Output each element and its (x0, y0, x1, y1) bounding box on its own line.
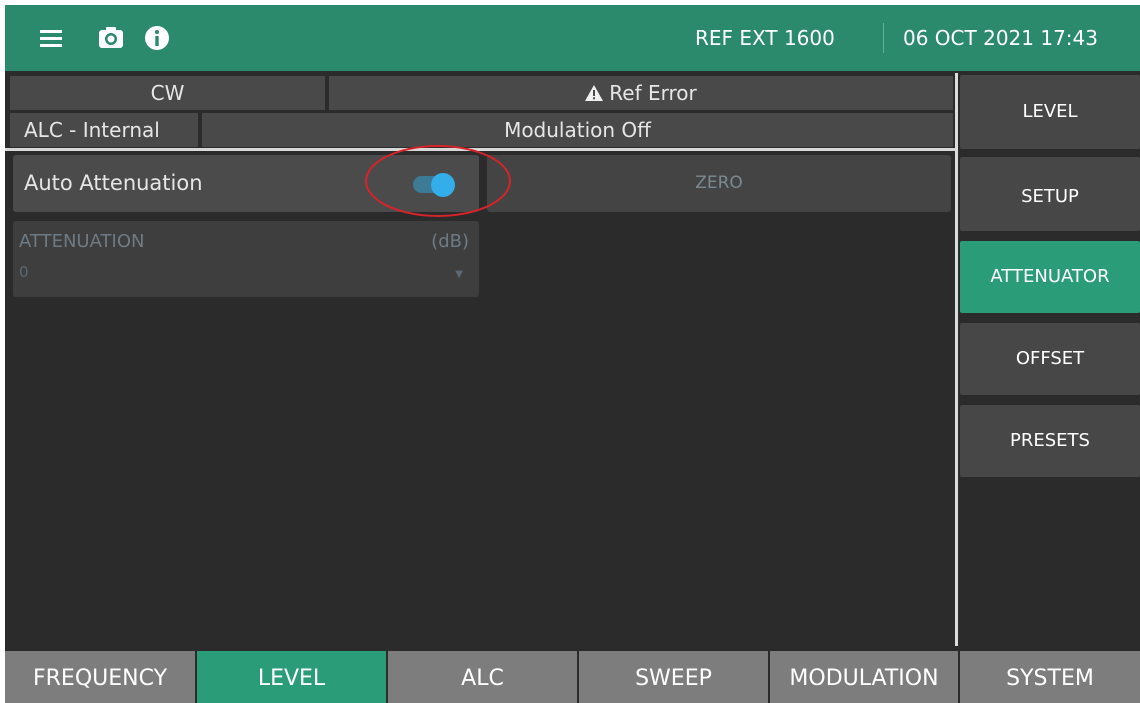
attenuation-field[interactable]: ATTENUATION (dB) 0 ▼ (13, 221, 479, 297)
tab-sweep[interactable]: SWEEP (579, 651, 768, 703)
warning-icon (585, 85, 604, 101)
auto-attenuation-label: Auto Attenuation (24, 171, 203, 195)
side-menu-presets[interactable]: PRESETS (960, 405, 1140, 477)
tab-modulation[interactable]: MODULATION (770, 651, 958, 703)
side-menu-setup[interactable]: SETUP (960, 157, 1140, 231)
side-menu-offset[interactable]: OFFSET (960, 323, 1140, 395)
attenuation-label: ATTENUATION (19, 231, 145, 252)
alc-status: ALC - Internal (10, 113, 198, 147)
tab-system[interactable]: SYSTEM (960, 651, 1140, 703)
top-bar: REF EXT 1600 06 OCT 2021 17:43 (5, 5, 1140, 71)
app-screen: REF EXT 1600 06 OCT 2021 17:43 CW Ref Er… (5, 5, 1140, 703)
reference-status: REF EXT 1600 (695, 26, 835, 50)
datetime: 06 OCT 2021 17:43 (903, 26, 1098, 50)
status-divider (5, 148, 955, 151)
annotation-ellipse (365, 145, 511, 217)
mode-status: CW (10, 76, 325, 110)
camera-icon[interactable] (95, 22, 127, 54)
tab-level[interactable]: LEVEL (197, 651, 386, 703)
attenuation-value: 0 (19, 263, 29, 281)
panel-divider (955, 73, 958, 646)
side-menu-attenuator[interactable]: ATTENUATOR (960, 241, 1140, 313)
tab-frequency[interactable]: FREQUENCY (5, 651, 195, 703)
ref-error-status: Ref Error (329, 76, 953, 110)
info-icon[interactable] (141, 22, 173, 54)
zero-button[interactable]: ZERO (487, 155, 951, 212)
hamburger-menu-icon[interactable] (35, 22, 67, 54)
tab-alc[interactable]: ALC (388, 651, 577, 703)
side-menu-level[interactable]: LEVEL (960, 75, 1140, 149)
dropdown-caret-icon: ▼ (455, 269, 463, 280)
header-divider (883, 23, 884, 53)
modulation-status: Modulation Off (202, 113, 953, 147)
attenuation-unit: (dB) (431, 231, 469, 252)
ref-error-text: Ref Error (609, 81, 697, 105)
